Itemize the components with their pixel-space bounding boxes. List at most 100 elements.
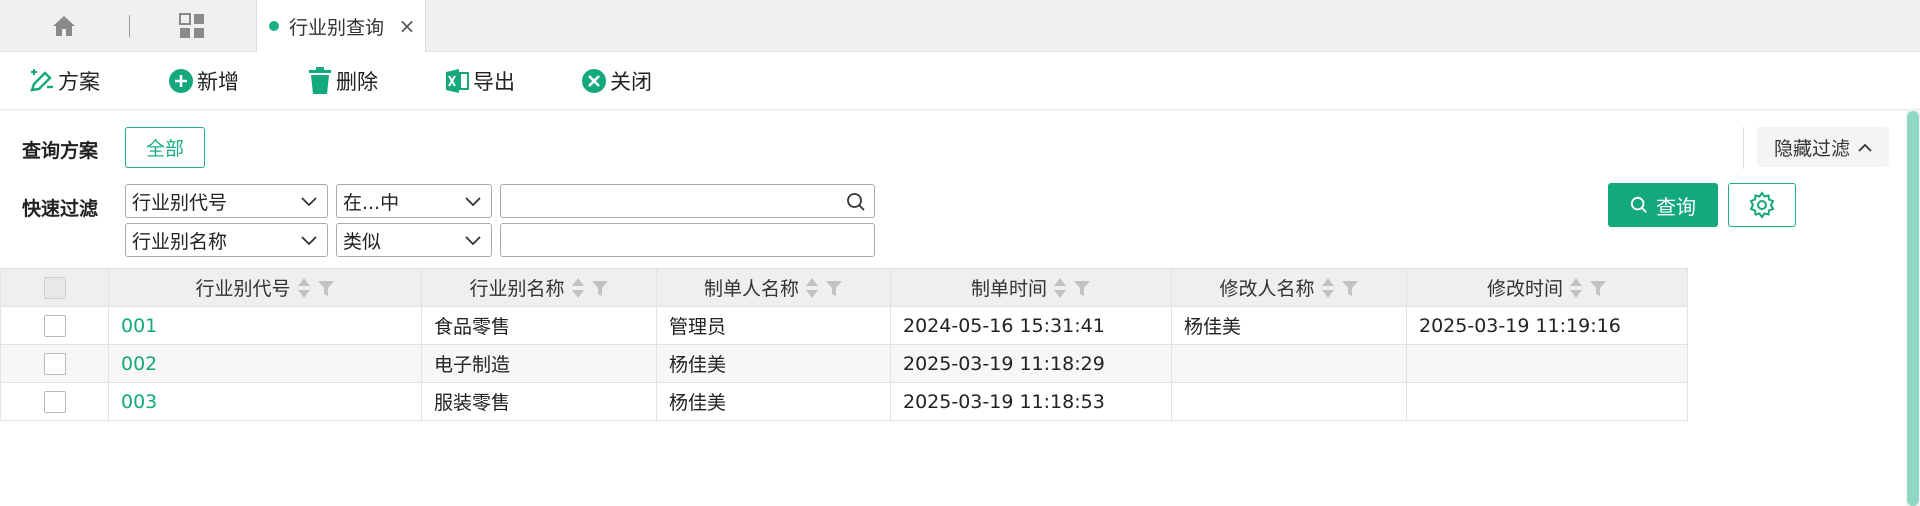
scrollbar-thumb[interactable] (1907, 111, 1919, 506)
filter-icon[interactable] (591, 279, 609, 297)
row-select[interactable] (1, 345, 109, 382)
code-link[interactable]: 002 (121, 353, 157, 375)
filter-operator-value-2: 类似 (343, 230, 382, 253)
scheme-title: 查询方案 (22, 140, 99, 162)
sort-icon[interactable] (297, 277, 311, 299)
cell-created-time: 2025-03-19 11:18:53 (891, 383, 1172, 420)
row-select[interactable] (1, 383, 109, 420)
checkbox[interactable] (43, 314, 66, 337)
column-title: 修改人名称 (1219, 278, 1315, 300)
scheme-label: 方案 (58, 70, 100, 94)
scheme-button[interactable]: 方案 (28, 52, 100, 110)
cell-name: 服装零售 (422, 383, 657, 420)
row-select[interactable] (1, 307, 109, 344)
cell-code[interactable]: 003 (109, 383, 422, 420)
hide-filter-button[interactable]: 隐藏过滤 (1757, 127, 1889, 167)
code-link[interactable]: 001 (121, 315, 157, 337)
filter-icon[interactable] (317, 279, 335, 297)
table-row[interactable]: 001 食品零售 管理员 2024-05-16 15:31:41 杨佳美 202… (1, 307, 1688, 345)
column-header-created-time[interactable]: 制单时间 (891, 269, 1172, 306)
cell-modifier: 杨佳美 (1172, 307, 1407, 344)
home-icon[interactable] (44, 0, 84, 52)
query-button[interactable]: 查询 (1608, 183, 1718, 227)
cell-name: 食品零售 (422, 307, 657, 344)
tab-close-icon[interactable]: × (397, 14, 417, 38)
filter-field-select-1[interactable]: 行业别代号 (125, 184, 328, 218)
hide-filter-label: 隐藏过滤 (1773, 137, 1850, 160)
column-header-creator[interactable]: 制单人名称 (657, 269, 891, 306)
export-button[interactable]: 导出 (443, 52, 515, 110)
column-header-modified-time[interactable]: 修改时间 (1407, 269, 1688, 306)
column-header-name[interactable]: 行业别名称 (422, 269, 657, 306)
chevron-down-icon (301, 197, 317, 207)
tab-separator (126, 0, 132, 52)
cell-code[interactable]: 002 (109, 345, 422, 382)
trash-icon (306, 67, 334, 95)
column-header-code[interactable]: 行业别代号 (109, 269, 422, 306)
cell-modified-time: 2025-03-19 11:19:16 (1407, 307, 1688, 344)
plus-circle-icon (167, 67, 195, 95)
settings-button[interactable] (1728, 183, 1796, 227)
sort-icon[interactable] (571, 277, 585, 299)
filter-value-input-1[interactable] (500, 184, 875, 218)
sort-icon[interactable] (1321, 277, 1335, 299)
filter-icon[interactable] (825, 279, 843, 297)
tab-bar: 行业别查询 × (0, 0, 1920, 52)
cell-modified-time (1407, 383, 1688, 420)
table-row[interactable]: 003 服装零售 杨佳美 2025-03-19 11:18:53 (1, 383, 1688, 421)
column-title: 制单时间 (970, 278, 1047, 300)
checkbox[interactable] (43, 390, 66, 413)
checkbox[interactable] (43, 276, 66, 299)
cell-code[interactable]: 001 (109, 307, 422, 344)
cell-created-time: 2024-05-16 15:31:41 (891, 307, 1172, 344)
scheme-all-button[interactable]: 全部 (125, 127, 205, 168)
chevron-down-icon (301, 236, 317, 246)
close-button[interactable]: 关闭 (580, 52, 652, 110)
sort-icon[interactable] (805, 277, 819, 299)
tab-active-dot (269, 21, 279, 31)
column-title: 修改时间 (1486, 278, 1563, 300)
quick-filter-title: 快速过滤 (22, 198, 99, 220)
chevron-up-icon (1858, 136, 1872, 158)
delete-button[interactable]: 删除 (306, 52, 378, 110)
cell-name: 电子制造 (422, 345, 657, 382)
column-header-modifier[interactable]: 修改人名称 (1172, 269, 1407, 306)
filter-panel: 查询方案 全部 隐藏过滤 快速过滤 行业别代号 在...中 行业别名称 类似 查… (0, 111, 1920, 268)
data-table: 行业别代号 行业别名称 制单人名称 制单时间 修改人名称 修改时间 001 食品… (0, 268, 1688, 421)
cell-creator: 杨佳美 (657, 345, 891, 382)
filter-icon[interactable] (1589, 279, 1607, 297)
checkbox[interactable] (43, 352, 66, 375)
header-select-all[interactable] (1, 269, 109, 306)
column-title: 行业别名称 (469, 278, 565, 300)
close-label: 关闭 (610, 70, 652, 94)
query-label: 查询 (1656, 194, 1696, 219)
cell-creator: 管理员 (657, 307, 891, 344)
add-button[interactable]: 新增 (167, 52, 239, 110)
filter-field-select-2[interactable]: 行业别名称 (125, 223, 328, 257)
tab-industry-query[interactable]: 行业别查询 × (256, 0, 426, 52)
filter-icon[interactable] (1073, 279, 1091, 297)
table-header: 行业别代号 行业别名称 制单人名称 制单时间 修改人名称 修改时间 (1, 269, 1688, 307)
add-label: 新增 (197, 70, 239, 94)
cell-creator: 杨佳美 (657, 383, 891, 420)
gear-icon (1749, 191, 1775, 219)
search-icon (1630, 196, 1647, 213)
filter-operator-value-1: 在...中 (343, 191, 400, 214)
divider (1743, 127, 1744, 169)
sort-icon[interactable] (1569, 277, 1583, 299)
chevron-down-icon (465, 197, 481, 207)
filter-operator-select-2[interactable]: 类似 (336, 223, 492, 257)
sort-icon[interactable] (1053, 277, 1067, 299)
filter-icon[interactable] (1341, 279, 1359, 297)
cell-modified-time (1407, 345, 1688, 382)
cell-modifier (1172, 383, 1407, 420)
filter-field-value-2: 行业别名称 (132, 230, 228, 253)
table-row[interactable]: 002 电子制造 杨佳美 2025-03-19 11:18:29 (1, 345, 1688, 383)
grid-icon[interactable] (174, 0, 210, 52)
filter-operator-select-1[interactable]: 在...中 (336, 184, 492, 218)
search-icon[interactable] (846, 192, 866, 212)
filter-value-input-2[interactable] (500, 223, 875, 257)
column-title: 制单人名称 (703, 278, 799, 300)
toolbar: 方案 新增 删除 导出 关闭 (0, 52, 1920, 110)
code-link[interactable]: 003 (121, 391, 157, 413)
